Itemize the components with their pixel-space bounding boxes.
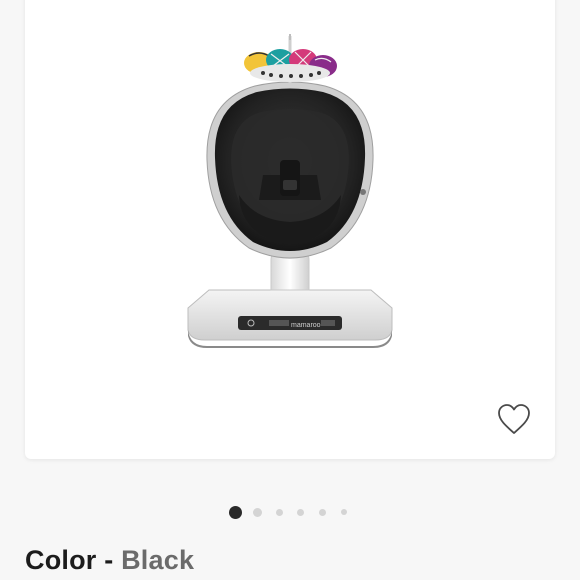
carousel-dot-3[interactable] bbox=[276, 509, 283, 516]
seat-base: mamaroo bbox=[187, 289, 393, 348]
wishlist-heart-icon[interactable] bbox=[496, 402, 532, 436]
carousel-dot-1[interactable] bbox=[229, 506, 242, 519]
color-label: Color bbox=[25, 545, 97, 575]
brand-mark: mamaroo bbox=[291, 322, 321, 329]
product-image-card[interactable]: mamaroo bbox=[25, 0, 555, 459]
carousel-dot-6[interactable] bbox=[341, 509, 347, 515]
product-page: mamaroo Color - Black bbox=[0, 0, 580, 580]
color-selector-label: Color - Black bbox=[25, 545, 194, 576]
color-value: Black bbox=[121, 545, 195, 575]
color-separator: - bbox=[104, 545, 114, 575]
carousel-dot-5[interactable] bbox=[319, 509, 326, 516]
mobile-toys bbox=[244, 49, 337, 82]
carousel-dot-4[interactable] bbox=[297, 509, 304, 516]
product-image[interactable]: mamaroo bbox=[25, 0, 555, 459]
carousel-dots bbox=[0, 506, 580, 520]
carousel-dot-2[interactable] bbox=[253, 508, 262, 517]
